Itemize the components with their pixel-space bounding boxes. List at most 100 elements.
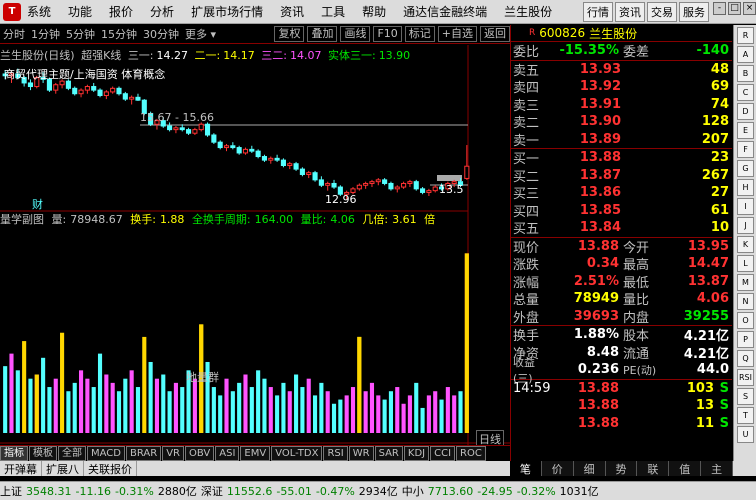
menu-item-analysis[interactable]: 分析 bbox=[150, 3, 174, 20]
minimize-icon[interactable]: - bbox=[713, 2, 726, 15]
news-button[interactable]: 资讯 bbox=[615, 2, 645, 22]
chart-area[interactable] bbox=[0, 45, 510, 445]
period-30min[interactable]: 30分钟 bbox=[143, 26, 179, 42]
quote-tab-0[interactable]: 笔 bbox=[510, 461, 542, 476]
indicator-tab-6[interactable]: OBV bbox=[184, 446, 215, 461]
sell4-row[interactable]: 卖四 13.92 69 bbox=[511, 78, 732, 96]
indicator-tab-10[interactable]: RSI bbox=[323, 446, 348, 461]
menu-item-tools[interactable]: 工具 bbox=[321, 3, 345, 20]
indicator-tab-13[interactable]: KDJ bbox=[403, 446, 430, 461]
sell5-row[interactable]: 卖五 13.93 48 bbox=[511, 61, 732, 79]
buy2-row[interactable]: 买二 13.87 267 bbox=[511, 167, 732, 185]
sh-pct: -0.31% bbox=[114, 484, 154, 498]
quote-tab-5[interactable]: 值 bbox=[669, 461, 702, 476]
candle bbox=[432, 186, 438, 192]
menu-item-news[interactable]: 资讯 bbox=[280, 3, 304, 20]
sh-label: 上证 bbox=[0, 485, 22, 498]
indicator-tab-11[interactable]: WR bbox=[348, 446, 374, 461]
maximize-icon[interactable]: □ bbox=[728, 2, 741, 15]
f10-button[interactable]: F10 bbox=[373, 26, 402, 42]
indicator-tab-4[interactable]: BRAR bbox=[125, 446, 162, 461]
sell5-price: 13.93 bbox=[579, 61, 621, 77]
buy1-row[interactable]: 买一 13.88 23 bbox=[511, 149, 732, 167]
indicator-tab-2[interactable]: 全部 bbox=[58, 446, 86, 461]
toolbar-icon-5[interactable]: E bbox=[737, 122, 754, 139]
period-15min[interactable]: 15分钟 bbox=[101, 26, 137, 42]
toolbar-icon-8[interactable]: H bbox=[737, 179, 754, 196]
indicator-tab-0[interactable]: 指标 bbox=[0, 446, 28, 461]
related-quote-tab[interactable]: 关联报价 bbox=[84, 461, 137, 476]
toolbar-icon-20[interactable]: T bbox=[737, 407, 754, 424]
indicator-tab-12[interactable]: SAR bbox=[374, 446, 403, 461]
quote-tab-4[interactable]: 联 bbox=[637, 461, 670, 476]
finance-marker[interactable]: 财 bbox=[32, 196, 43, 212]
period-more[interactable]: 更多 ▾ bbox=[185, 26, 216, 42]
toolbar-icon-9[interactable]: I bbox=[737, 198, 754, 215]
toolbar-icon-2[interactable]: B bbox=[737, 65, 754, 82]
toolbar-icon-11[interactable]: K bbox=[737, 236, 754, 253]
menu-item-function[interactable]: 功能 bbox=[68, 3, 92, 20]
toolbar-icon-7[interactable]: G bbox=[737, 160, 754, 177]
buy5-row[interactable]: 买五 13.84 10 bbox=[511, 219, 732, 237]
indicator-tab-8[interactable]: EMV bbox=[240, 446, 271, 461]
indicator-tab-15[interactable]: ROC bbox=[456, 446, 486, 461]
toolbar-icon-12[interactable]: L bbox=[737, 255, 754, 272]
toolbar-icon-1[interactable]: A bbox=[737, 46, 754, 63]
low-volume-label: 地量群 bbox=[186, 371, 219, 384]
toolbar-icon-13[interactable]: M bbox=[737, 274, 754, 291]
ext8-tab[interactable]: 扩展八 bbox=[42, 461, 84, 476]
mark-button[interactable]: 标记 bbox=[404, 26, 435, 42]
toolbar-icon-0[interactable]: R bbox=[737, 27, 754, 44]
menu-item-system[interactable]: 系统 bbox=[27, 3, 51, 20]
indicator-tab-1[interactable]: 模板 bbox=[29, 446, 57, 461]
back-button[interactable]: 返回 bbox=[480, 26, 510, 42]
period-intraday[interactable]: 分时 bbox=[3, 26, 25, 42]
toolbar-icon-19[interactable]: S bbox=[737, 388, 754, 405]
indicator-tab-3[interactable]: MACD bbox=[87, 446, 125, 461]
adjust-button[interactable]: 复权 bbox=[274, 26, 305, 42]
toolbar-icon-18[interactable]: RSI bbox=[737, 369, 754, 386]
toolbar-icon-3[interactable]: C bbox=[737, 84, 754, 101]
overlay-button[interactable]: 叠加 bbox=[307, 26, 338, 42]
sell1-label: 卖一 bbox=[513, 133, 540, 149]
period-5min[interactable]: 5分钟 bbox=[66, 26, 95, 42]
indicator-tab-9[interactable]: VOL-TDX bbox=[271, 446, 323, 461]
stat-value: 0.34 bbox=[586, 256, 619, 272]
wc-value: -140 bbox=[696, 43, 729, 59]
toolbar-icon-4[interactable]: D bbox=[737, 103, 754, 120]
indicator-tab-14[interactable]: CCI bbox=[430, 446, 456, 461]
period-1min[interactable]: 1分钟 bbox=[31, 26, 60, 42]
draw-button[interactable]: 画线 bbox=[340, 26, 371, 42]
quote-button[interactable]: 行情 bbox=[583, 2, 613, 22]
toolbar-icon-16[interactable]: P bbox=[737, 331, 754, 348]
indicator-tab-5[interactable]: VR bbox=[162, 446, 184, 461]
trade-button[interactable]: 交易 bbox=[647, 2, 677, 22]
s1-label: 三一: bbox=[127, 49, 154, 62]
toolbar-icon-17[interactable]: Q bbox=[737, 350, 754, 367]
volume-bar bbox=[173, 382, 178, 433]
toolbar-icon-10[interactable]: J bbox=[737, 217, 754, 234]
sell2-row[interactable]: 卖二 13.90 128 bbox=[511, 113, 732, 131]
kline-chart[interactable] bbox=[0, 45, 510, 445]
quote-tab-2[interactable]: 细 bbox=[573, 461, 606, 476]
add-watchlist-button[interactable]: +自选 bbox=[437, 26, 477, 42]
toolbar-icon-14[interactable]: N bbox=[737, 293, 754, 310]
menu-item-quote[interactable]: 报价 bbox=[109, 3, 133, 20]
service-button[interactable]: 服务 bbox=[679, 2, 709, 22]
toolbar-icon-21[interactable]: U bbox=[737, 426, 754, 443]
sell3-row[interactable]: 卖三 13.91 74 bbox=[511, 96, 732, 114]
toolbar-icon-15[interactable]: O bbox=[737, 312, 754, 329]
menu-item-help[interactable]: 帮助 bbox=[362, 3, 386, 20]
sell1-row[interactable]: 卖一 13.89 207 bbox=[511, 131, 732, 149]
toolbar-icon-6[interactable]: F bbox=[737, 141, 754, 158]
buy3-row[interactable]: 买三 13.86 27 bbox=[511, 184, 732, 202]
quote-tab-6[interactable]: 主 bbox=[701, 461, 734, 476]
buy4-row[interactable]: 买四 13.85 61 bbox=[511, 202, 732, 220]
danmu-tab[interactable]: 开弹幕 bbox=[0, 461, 42, 476]
menu-item-ext-market[interactable]: 扩展市场行情 bbox=[191, 3, 263, 20]
close-icon[interactable]: × bbox=[743, 2, 756, 15]
quote-tab-1[interactable]: 价 bbox=[541, 461, 574, 476]
quote-tab-3[interactable]: 势 bbox=[605, 461, 638, 476]
indicator-tab-7[interactable]: ASI bbox=[215, 446, 240, 461]
candle bbox=[299, 168, 305, 175]
